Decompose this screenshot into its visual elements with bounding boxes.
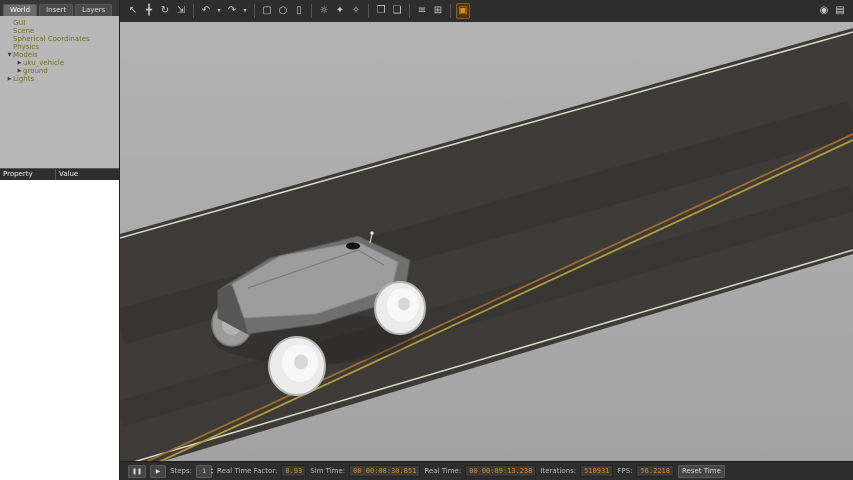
steps-label: Steps:: [170, 467, 192, 475]
tree-item-label: Spherical Coordinates: [13, 35, 90, 43]
vehicle-wheel-rear[interactable]: [269, 337, 325, 395]
expand-icon[interactable]: ▶: [16, 68, 23, 74]
expand-icon[interactable]: ▶: [6, 76, 13, 82]
real-time-label: Real Time:: [424, 467, 461, 475]
undo-icon[interactable]: ↶: [199, 3, 213, 19]
tree-item-label: GUI: [13, 19, 26, 27]
tree-item-lights[interactable]: ▶ Lights: [2, 75, 119, 83]
simulation-statusbar: ❚❚ ▶ Steps: 1 ▴ ▾ Real Time Factor: 0.93…: [120, 461, 853, 480]
tree-item-uku-vehicle[interactable]: ▶ uku_vehicle: [2, 59, 119, 67]
toolbar-separator: [409, 4, 410, 18]
panel-tabbar: World Insert Layers: [0, 0, 119, 16]
toolbar-separator: [193, 4, 194, 18]
spot-light-icon[interactable]: ✦: [333, 3, 347, 19]
value-column-header: Value: [56, 169, 81, 180]
tree-item-physics[interactable]: Physics: [2, 43, 119, 51]
redo-icon[interactable]: ↷: [225, 3, 239, 19]
property-column-header: Property: [0, 169, 56, 180]
tree-item-models[interactable]: ▼ Models: [2, 51, 119, 59]
world-tree: GUI Scene Spherical Coordinates Physics …: [0, 16, 119, 168]
property-table-body[interactable]: [0, 180, 119, 480]
directional-light-icon[interactable]: ✧: [349, 3, 363, 19]
spin-down-icon[interactable]: ▾: [211, 471, 213, 475]
copy-icon[interactable]: ❐: [374, 3, 388, 19]
tab-layers[interactable]: Layers: [75, 4, 112, 16]
fps-label: FPS:: [617, 467, 632, 475]
steps-spinbox[interactable]: 1: [196, 465, 212, 478]
undo-history-icon[interactable]: ▾: [215, 3, 223, 19]
property-table-header: Property Value: [0, 168, 119, 180]
viewport-scene[interactable]: [120, 22, 853, 461]
cylinder-icon[interactable]: ▯: [292, 3, 306, 19]
tree-item-gui[interactable]: GUI: [2, 19, 119, 27]
tree-item-label: Lights: [13, 75, 34, 83]
iterations-value: 510931: [580, 465, 613, 477]
steps-spinner[interactable]: ▴ ▾: [211, 467, 213, 475]
tab-world[interactable]: World: [3, 4, 37, 16]
vehicle-antenna-tip: [370, 231, 373, 234]
road-surface: [120, 28, 853, 461]
fps-value: 56.2218: [636, 465, 674, 477]
left-panel: World Insert Layers GUI Scene Spherical …: [0, 0, 120, 480]
tree-item-ground[interactable]: ▶ ground: [2, 67, 119, 75]
real-time-value: 00 00:09:13.238: [465, 465, 536, 477]
sim-time-value: 00 00:08:30.851: [349, 465, 420, 477]
select-arrow-icon[interactable]: ↖: [126, 3, 140, 19]
toolbar-separator: [450, 4, 451, 18]
translate-icon[interactable]: ╋: [142, 3, 156, 19]
tree-item-label: Scene: [13, 27, 34, 35]
toolbar-separator: [311, 4, 312, 18]
rtf-label: Real Time Factor:: [217, 467, 277, 475]
tree-item-spherical-coordinates[interactable]: Spherical Coordinates: [2, 35, 119, 43]
scale-icon[interactable]: ⇲: [174, 3, 188, 19]
screenshot-icon[interactable]: ◉: [817, 3, 831, 19]
sphere-icon[interactable]: ○: [276, 3, 290, 19]
redo-history-icon[interactable]: ▾: [241, 3, 249, 19]
expand-icon[interactable]: ▶: [16, 60, 23, 66]
vehicle-wheel-front[interactable]: [375, 282, 425, 334]
align-icon[interactable]: ≡: [415, 3, 429, 19]
sim-time-label: Sim Time:: [310, 467, 345, 475]
render-viewport[interactable]: [120, 22, 853, 461]
logger-icon[interactable]: ▤: [833, 3, 847, 19]
box-icon[interactable]: ▢: [260, 3, 274, 19]
iterations-label: Iterations:: [540, 467, 576, 475]
gazebo-window: World Insert Layers GUI Scene Spherical …: [0, 0, 853, 480]
paste-icon[interactable]: ❏: [390, 3, 404, 19]
collapse-icon[interactable]: ▼: [6, 52, 13, 58]
tree-item-scene[interactable]: Scene: [2, 27, 119, 35]
pause-button[interactable]: ❚❚: [128, 465, 146, 478]
snap-icon[interactable]: ⊞: [431, 3, 445, 19]
toolbar-separator: [254, 4, 255, 18]
rotate-icon[interactable]: ↻: [158, 3, 172, 19]
rtf-value: 0.93: [281, 465, 306, 477]
toolbar: ↖ ╋ ↻ ⇲ ↶ ▾ ↷ ▾ ▢ ○ ▯ ☼ ✦ ✧ ❐ ❏ ≡ ⊞ ▣: [120, 0, 853, 22]
main-area: ↖ ╋ ↻ ⇲ ↶ ▾ ↷ ▾ ▢ ○ ▯ ☼ ✦ ✧ ❐ ❏ ≡ ⊞ ▣: [120, 0, 853, 480]
tree-item-label: uku_vehicle: [23, 59, 64, 67]
reset-time-button[interactable]: Reset Time: [678, 465, 725, 478]
point-light-icon[interactable]: ☼: [317, 3, 331, 19]
vehicle-sensor-puck: [346, 243, 360, 250]
tree-item-label: Models: [13, 51, 38, 59]
tree-item-label: Physics: [13, 43, 39, 51]
toolbar-separator: [368, 4, 369, 18]
tab-insert[interactable]: Insert: [39, 4, 73, 16]
tree-item-label: ground: [23, 67, 48, 75]
step-button[interactable]: ▶: [150, 465, 166, 478]
building-editor-icon[interactable]: ▣: [456, 3, 470, 19]
